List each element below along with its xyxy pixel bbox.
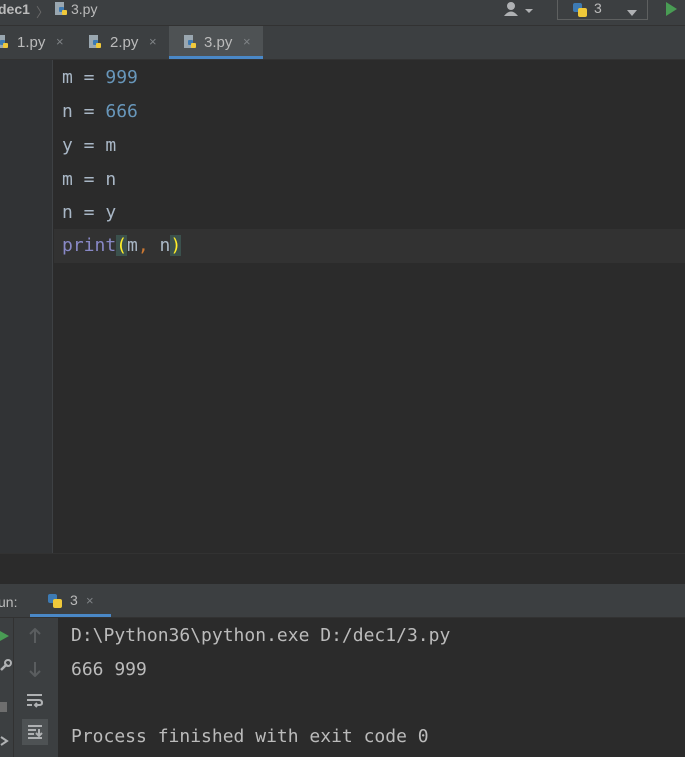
breadcrumb-separator: 〉	[36, 5, 50, 20]
run-configuration-label: 3	[594, 0, 602, 16]
python-icon	[571, 1, 589, 24]
breadcrumb-project[interactable]: dec1	[0, 0, 30, 18]
code-line[interactable]: m = 999	[62, 61, 138, 95]
navigation-bar: dec1 〉 3.py 3	[0, 0, 685, 26]
run-side-toolbar	[14, 618, 58, 757]
active-tab-indicator	[169, 56, 263, 59]
run-tab-label: 3	[70, 592, 78, 608]
open-paren: (	[116, 235, 128, 256]
tab-label: 2.py	[110, 34, 139, 51]
close-icon[interactable]: ×	[149, 34, 157, 49]
builtin-function: print	[62, 235, 117, 256]
tab-label: 1.py	[17, 34, 46, 51]
pin-icon[interactable]	[0, 734, 10, 752]
code-line[interactable]: n = y	[62, 196, 116, 230]
active-tab-indicator	[30, 614, 111, 617]
number-literal: 666	[105, 101, 138, 122]
operator: =	[72, 135, 106, 156]
code-line[interactable]: n = 666	[62, 95, 138, 129]
tab-1-py[interactable]: 1.py ×	[0, 26, 74, 59]
variable: y	[62, 135, 73, 156]
run-tool-window-header: un: 3 ×	[0, 584, 685, 618]
wrench-icon[interactable]	[0, 658, 12, 676]
chevron-down-icon	[626, 5, 638, 23]
identifier: n	[105, 169, 117, 190]
chevron-down-icon[interactable]	[524, 3, 534, 21]
scroll-to-end-icon[interactable]	[22, 719, 48, 745]
editor-tabs: 1.py × 2.py × 3.py ×	[0, 26, 685, 60]
number-literal: 999	[105, 67, 138, 88]
close-icon[interactable]: ×	[243, 34, 251, 49]
up-arrow-icon[interactable]	[28, 627, 42, 649]
run-configuration-select[interactable]: 3	[557, 0, 648, 20]
tab-2-py[interactable]: 2.py ×	[87, 26, 167, 59]
code-line[interactable]: y = m	[62, 129, 116, 163]
variable: m	[62, 169, 73, 190]
python-file-icon	[0, 34, 10, 55]
run-tab[interactable]: 3 ×	[30, 584, 111, 617]
rerun-icon[interactable]	[0, 629, 10, 647]
operator: =	[72, 169, 106, 190]
operator: =	[72, 202, 106, 223]
console-line-output: 666 999	[71, 659, 147, 680]
close-icon[interactable]: ×	[56, 34, 64, 49]
identifier: m	[105, 135, 117, 156]
stop-icon[interactable]	[0, 700, 8, 718]
run-panel-title: un:	[0, 594, 18, 610]
tab-3-py[interactable]: 3.py ×	[169, 26, 263, 59]
variable: n	[62, 101, 73, 122]
operator: =	[72, 101, 106, 122]
close-paren: )	[170, 235, 182, 256]
run-left-toolbar	[0, 618, 14, 757]
python-file-icon	[87, 34, 103, 55]
console-line-command: D:\Python36\python.exe D:/dec1/3.py	[71, 625, 451, 646]
tab-label: 3.py	[204, 34, 233, 51]
console-line-exit: Process finished with exit code 0	[71, 726, 429, 747]
run-icon[interactable]	[664, 1, 678, 22]
python-file-icon	[182, 34, 198, 55]
soft-wrap-icon[interactable]	[26, 692, 44, 713]
code-line-print[interactable]: print(m, n)	[62, 229, 182, 263]
operator: =	[72, 67, 106, 88]
comma: ,	[137, 235, 149, 256]
argument: m	[127, 235, 138, 256]
line-gutter[interactable]	[0, 60, 53, 553]
variable: m	[62, 67, 73, 88]
python-icon	[46, 592, 64, 615]
editor-bottom-area	[0, 553, 685, 584]
identifier: y	[105, 202, 117, 223]
code-editor[interactable]: m = 999 n = 666 y = m m = n n = y print(…	[54, 60, 685, 553]
down-arrow-icon[interactable]	[28, 661, 42, 682]
close-icon[interactable]: ×	[86, 593, 94, 608]
user-icon[interactable]	[503, 1, 521, 22]
breadcrumb-file[interactable]: 3.py	[71, 0, 97, 18]
code-line[interactable]: m = n	[62, 163, 116, 197]
variable: n	[62, 202, 73, 223]
python-file-icon	[53, 1, 69, 22]
console-output[interactable]: D:\Python36\python.exe D:/dec1/3.py 666 …	[58, 618, 685, 757]
argument: n	[148, 235, 171, 256]
